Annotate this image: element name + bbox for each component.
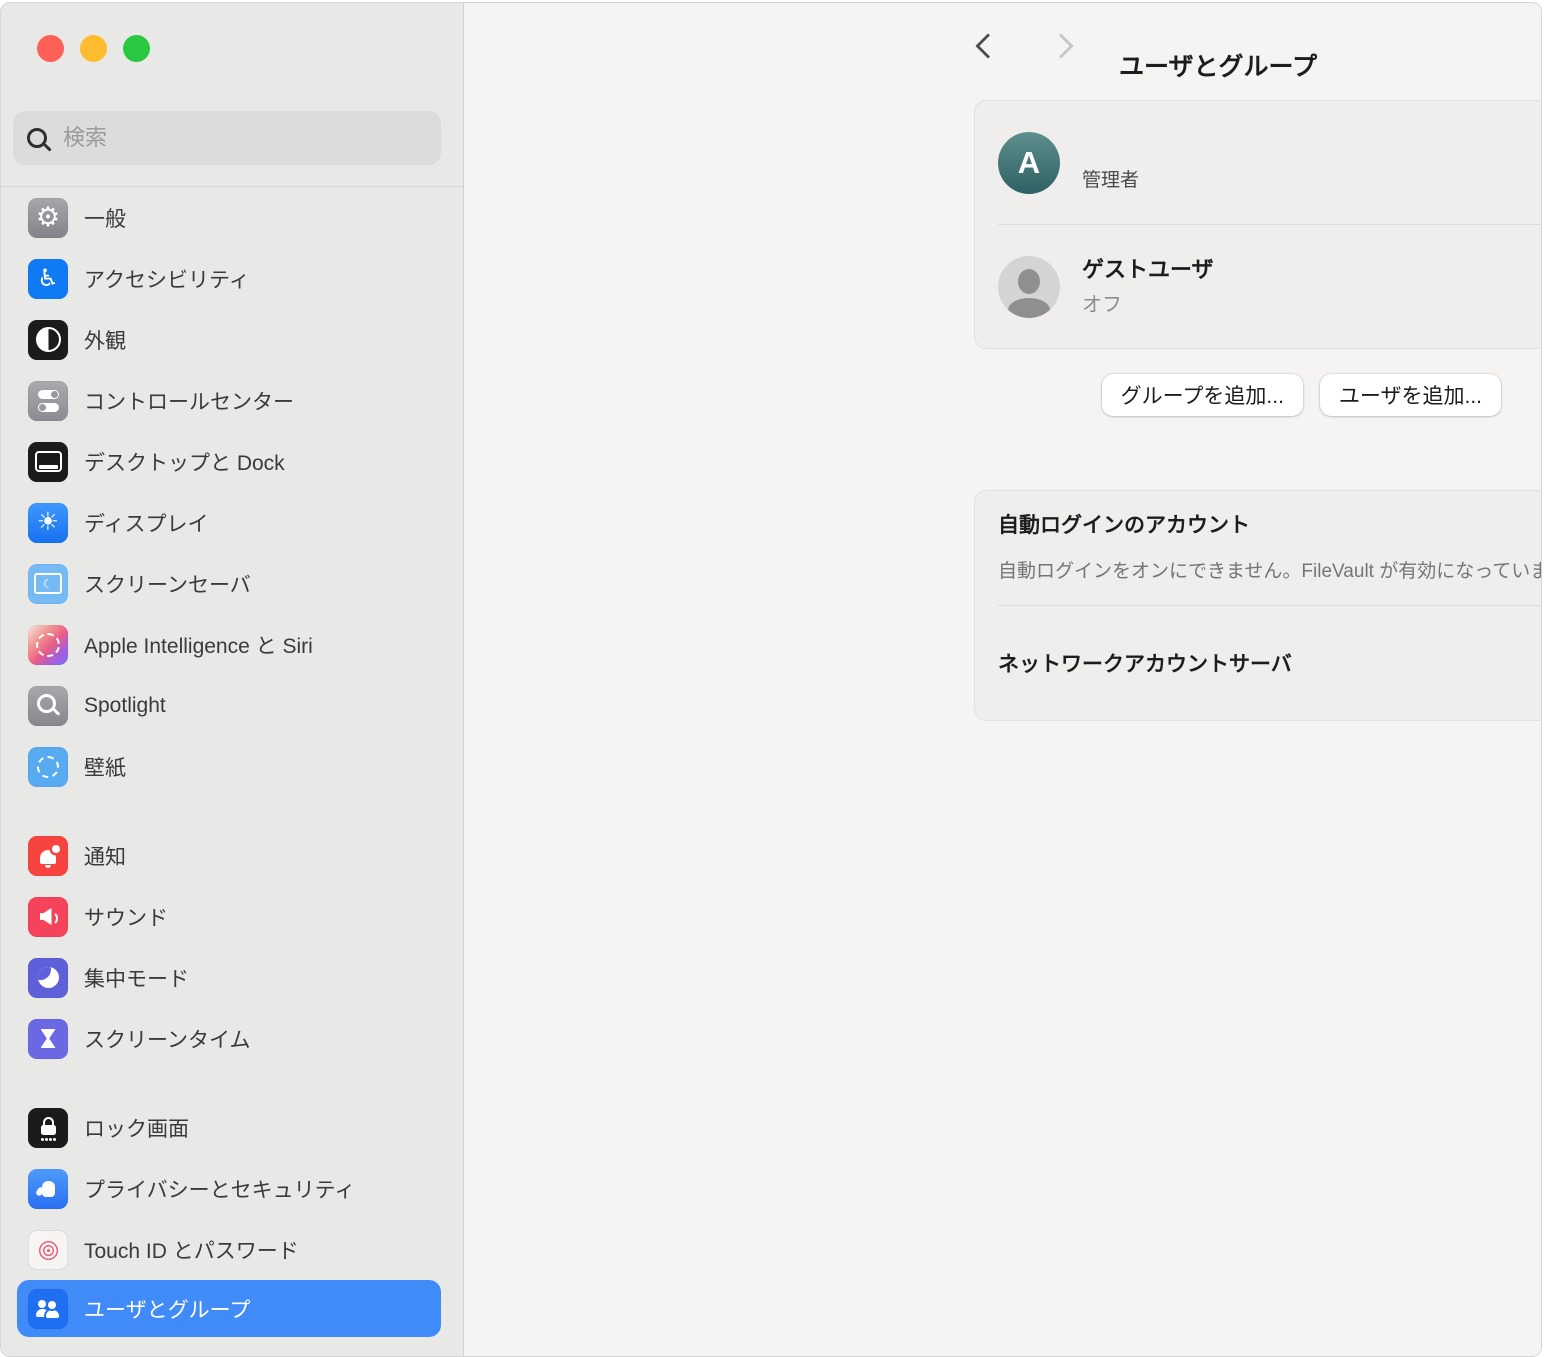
sidebar-item-wallpaper[interactable]: 壁紙 xyxy=(1,736,463,797)
screensaver-icon: ☾ xyxy=(28,564,68,604)
search-input[interactable] xyxy=(61,124,427,152)
display-icon: ☀ xyxy=(28,503,68,543)
auto-login-row: 自動ログインのアカウント 自動ログインをオンにできません。FileVault が… xyxy=(975,491,1542,605)
sidebar-item-label: Touch ID とパスワード xyxy=(84,1235,299,1265)
auto-login-description: 自動ログインをオンにできません。FileVault が有効になっています。 xyxy=(998,556,1542,583)
sidebar-item-gear[interactable]: ⚙ 一般 xyxy=(1,187,463,248)
sidebar-item-display[interactable]: ☀ ディスプレイ xyxy=(1,492,463,553)
sidebar-group: ロック画面プライバシーとセキュリティ Touch ID とパスワードユーザとグルー… xyxy=(1,1097,463,1337)
traffic-lights xyxy=(37,35,150,62)
network-server-label: ネットワークアカウントサーバ xyxy=(998,648,1292,678)
accessibility-icon: ♿ xyxy=(28,259,68,299)
sidebar-nav: ⚙ 一般 ♿ アクセシビリティ外観コントロールセンターデスクトップと Dock ☀ ディス… xyxy=(1,187,463,1337)
sidebar-item-label: スクリーンセーバ xyxy=(84,569,251,599)
traffic-light-minimize[interactable] xyxy=(80,35,107,62)
screen-time-icon xyxy=(28,1019,68,1059)
touch-id-icon xyxy=(28,1230,68,1270)
sidebar-item-label: 一般 xyxy=(84,203,126,233)
sidebar-item-label: ディスプレイ xyxy=(84,508,209,538)
sidebar-item-users[interactable]: ユーザとグループ xyxy=(17,1280,441,1337)
user-role: オフ xyxy=(1082,288,1542,317)
sidebar-item-privacy[interactable]: プライバシーとセキュリティ xyxy=(1,1158,463,1219)
sidebar-item-label: スクリーンタイム xyxy=(84,1024,251,1054)
desktop-dock-icon xyxy=(28,442,68,482)
spotlight-icon xyxy=(28,686,68,726)
privacy-icon xyxy=(28,1169,68,1209)
sidebar-item-accessibility[interactable]: ♿ アクセシビリティ xyxy=(1,248,463,309)
sidebar-item-sound[interactable]: サウンド xyxy=(1,886,463,947)
sound-icon xyxy=(28,897,68,937)
user-name xyxy=(1082,133,1542,161)
traffic-light-close[interactable] xyxy=(37,35,64,62)
network-server-row: ネットワークアカウントサーバ 編集... xyxy=(975,606,1542,720)
sidebar-item-spotlight[interactable]: Spotlight xyxy=(1,675,463,736)
user-row-管理者[interactable]: A管理者i xyxy=(975,101,1542,224)
guest-avatar xyxy=(998,256,1060,318)
sidebar-item-apple-intelligence[interactable]: Apple Intelligence と Siri xyxy=(1,614,463,675)
sidebar-item-label: ロック画面 xyxy=(84,1113,189,1143)
notifications-icon xyxy=(28,836,68,876)
sidebar-item-label: アクセシビリティ xyxy=(84,264,250,294)
users-icon xyxy=(28,1289,68,1329)
traffic-light-zoom[interactable] xyxy=(123,35,150,62)
sidebar-group: ⚙ 一般 ♿ アクセシビリティ外観コントロールセンターデスクトップと Dock ☀ ディス… xyxy=(1,187,463,797)
page-title: ユーザとグループ xyxy=(1119,47,1317,83)
admin-avatar: A xyxy=(998,132,1060,194)
search-icon xyxy=(27,128,47,148)
auto-login-label: 自動ログインのアカウント xyxy=(998,509,1542,539)
sidebar-item-desktop-dock[interactable]: デスクトップと Dock xyxy=(1,431,463,492)
sidebar-item-screensaver[interactable]: ☾ スクリーンセーバ xyxy=(1,553,463,614)
sidebar-item-label: 通知 xyxy=(84,841,126,871)
content-pane: ユーザとグループ A管理者iゲストユーザオフi グループを追加... ユーザを追… xyxy=(464,3,1541,1356)
sidebar-item-label: サウンド xyxy=(84,902,168,932)
sidebar-item-label: 外観 xyxy=(84,325,126,355)
sidebar-item-lock-screen[interactable]: ロック画面 xyxy=(1,1097,463,1158)
sidebar-item-control-center[interactable]: コントロールセンター xyxy=(1,370,463,431)
sidebar: ⚙ 一般 ♿ アクセシビリティ外観コントロールセンターデスクトップと Dock ☀ ディス… xyxy=(1,3,464,1356)
search-field[interactable] xyxy=(13,111,441,165)
back-button[interactable] xyxy=(975,33,1000,58)
add-group-button[interactable]: グループを追加... xyxy=(1102,374,1303,416)
control-center-icon xyxy=(28,381,68,421)
sidebar-item-label: デスクトップと Dock xyxy=(84,447,285,477)
user-name: ゲストユーザ xyxy=(1082,256,1542,284)
sidebar-group: 通知サウンド集中モードスクリーンタイム xyxy=(1,825,463,1069)
sidebar-item-label: 集中モード xyxy=(84,963,189,993)
wallpaper-icon xyxy=(28,747,68,787)
appearance-icon xyxy=(28,320,68,360)
sidebar-item-label: プライバシーとセキュリティ xyxy=(84,1174,355,1204)
sidebar-item-label: Spotlight xyxy=(84,694,166,718)
apple-intelligence-icon xyxy=(28,625,68,665)
sidebar-item-label: コントロールセンター xyxy=(84,386,294,416)
sidebar-item-appearance[interactable]: 外観 xyxy=(1,309,463,370)
add-user-button[interactable]: ユーザを追加... xyxy=(1320,374,1501,416)
lock-screen-icon xyxy=(28,1108,68,1148)
sidebar-item-label: 壁紙 xyxy=(84,752,126,782)
sidebar-item-focus[interactable]: 集中モード xyxy=(1,947,463,1008)
users-list-card: A管理者iゲストユーザオフi xyxy=(974,100,1542,349)
system-settings-window: ⚙ 一般 ♿ アクセシビリティ外観コントロールセンターデスクトップと Dock ☀ ディス… xyxy=(0,2,1542,1357)
sidebar-item-notifications[interactable]: 通知 xyxy=(1,825,463,886)
actions-row: グループを追加... ユーザを追加... xyxy=(1102,374,1501,416)
sidebar-item-label: ユーザとグループ xyxy=(84,1294,250,1324)
gear-icon: ⚙ xyxy=(28,198,68,238)
focus-icon xyxy=(28,958,68,998)
user-role: 管理者 xyxy=(1082,165,1542,192)
user-row-ゲストユーザ[interactable]: ゲストユーザオフi xyxy=(975,225,1542,348)
sidebar-item-screen-time[interactable]: スクリーンタイム xyxy=(1,1008,463,1069)
forward-button[interactable] xyxy=(1048,33,1073,58)
sidebar-item-label: Apple Intelligence と Siri xyxy=(84,630,313,660)
sidebar-item-touch-id[interactable]: Touch ID とパスワード xyxy=(1,1219,463,1280)
login-options-card: 自動ログインのアカウント 自動ログインをオンにできません。FileVault が… xyxy=(974,490,1542,721)
